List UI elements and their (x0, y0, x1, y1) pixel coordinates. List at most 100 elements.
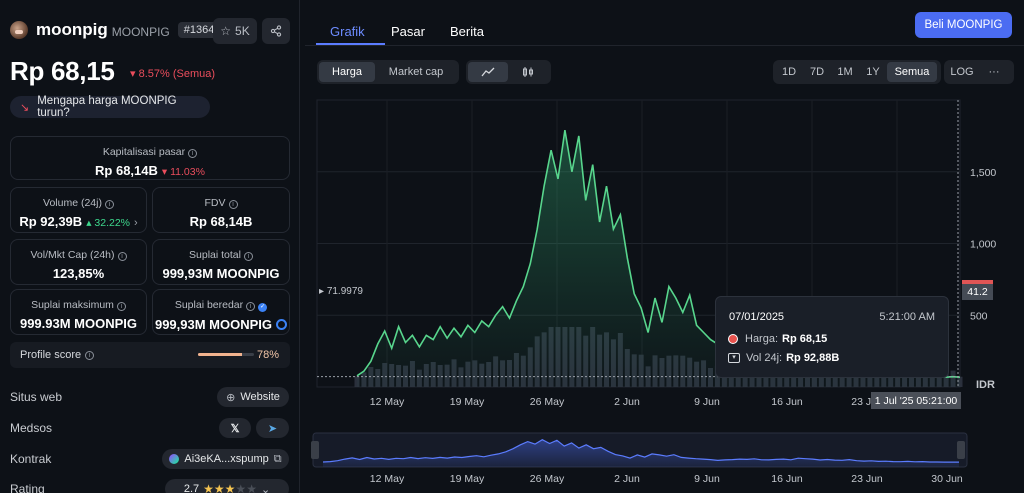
line-chart-icon (481, 67, 495, 77)
vol-mkt-cap-box: Vol/Mkt Cap (24h) i 123,85% (10, 239, 147, 285)
navigator-tick-label: 19 May (450, 473, 485, 485)
telegram-button[interactable]: ➤ (256, 418, 289, 438)
range-1m-button[interactable]: 1M (831, 62, 859, 82)
coin-symbol: MOONPIG (111, 24, 170, 39)
candlestick-button[interactable] (508, 62, 548, 82)
coin-name: moonpig (36, 20, 108, 39)
profile-score-fill (198, 353, 242, 356)
price-dot-icon (728, 334, 738, 344)
rating-star-icon: ★ (235, 482, 247, 493)
info-icon[interactable]: i (243, 252, 253, 261)
time-range-selector: 1D 7D 1M 1Y Semua (773, 60, 941, 84)
navigator-left-handle[interactable] (311, 441, 319, 459)
price-chart[interactable]: 500 1,000 1,500 12 May 19 May 26 May 2 Jun 9 J… (305, 95, 1024, 493)
range-1y-button[interactable]: 1Y (859, 62, 887, 82)
reference-value-label: ▸ 71.9979 (319, 286, 363, 297)
x-tick-label: 12 May (370, 396, 405, 408)
chevron-down-icon: ⌄ (260, 483, 271, 493)
y-tick-label: 500 (970, 310, 988, 322)
verified-icon: ✓ (258, 303, 268, 312)
y-tick-label: 1,000 (970, 239, 996, 251)
tooltip-price-row: Harga: Rp 68,15 (728, 333, 827, 345)
tab-markets[interactable]: Pasar (391, 24, 425, 39)
range-1d-button[interactable]: 1D (775, 62, 803, 82)
info-icon[interactable]: i (104, 200, 114, 209)
rating-star-icon: ★ (203, 482, 214, 493)
y-tick-label: 1,500 (970, 167, 996, 179)
range-navigator[interactable] (311, 432, 968, 468)
metric-toggle: Harga Market cap (317, 60, 459, 84)
market-cap-metric-button[interactable]: Market cap (375, 62, 457, 82)
last-price-tag: 41.2 (962, 280, 993, 300)
navigator-tick-label: 12 May (370, 473, 405, 485)
globe-icon: ⊕ (226, 391, 236, 404)
navigator-tick-label: 26 May (530, 473, 565, 485)
watchlist-button[interactable]: ☆ 5K (213, 18, 257, 44)
max-supply-box: Suplai maksimum i 999.93M MOONPIG (10, 289, 147, 335)
x-tick-label: 2 Jun (614, 396, 640, 408)
line-chart-button[interactable] (468, 62, 508, 82)
fdv-box: FDV i Rp 68,14B (152, 187, 290, 233)
info-icon[interactable]: i (246, 302, 256, 311)
navigator-tick-label: 30 Jun (931, 473, 963, 485)
price-metric-button[interactable]: Harga (319, 62, 375, 82)
website-button[interactable]: ⊕ Website (217, 387, 289, 407)
x-tick-label: 9 Jun (694, 396, 720, 408)
info-icon[interactable]: i (188, 149, 198, 158)
chart-tooltip: 07/01/2025 5:21:00 AM Harga: Rp 68,15 ▾ … (715, 296, 949, 378)
tab-news[interactable]: Berita (450, 24, 484, 39)
log-more-group: LOG ··· (944, 60, 1014, 84)
market-cap-box: Kapitalisasi pasar i Rp 68,14B ▾ 11.03% (10, 136, 290, 180)
x-twitter-button[interactable]: 𝕏 (219, 418, 251, 438)
navigator-tick-label: 23 Jun (851, 473, 883, 485)
coin-price: Rp 68,15 (10, 56, 115, 86)
rating-star-icon: ★ (213, 482, 225, 493)
profile-score-bar (198, 353, 254, 356)
contract-address-button[interactable]: Ai3eKA...xspump ⧉ (162, 449, 289, 469)
x-logo-icon: 𝕏 (230, 422, 240, 435)
crosshair-time-tag: 1 Jul '25 05:21:00 (871, 392, 961, 409)
chevron-right-icon: › (134, 217, 138, 229)
navigator-right-handle[interactable] (957, 441, 965, 459)
coin-info-panel: moonpig MOONPIG #1364 ☆ 5K Rp 68,15 ▾ 8.… (0, 0, 300, 493)
log-scale-button[interactable]: LOG (946, 62, 978, 82)
total-supply-box: Suplai total i 999,93M MOONPIG (152, 239, 290, 285)
volume-icon: ▾ (728, 353, 740, 363)
currency-label: IDR (976, 379, 995, 391)
info-icon[interactable]: i (117, 252, 127, 261)
info-icon[interactable]: i (228, 200, 238, 209)
solana-icon (169, 454, 180, 464)
rating-button[interactable]: 2.7 ★★★★★ ⌄ (165, 479, 289, 493)
rating-star-icon: ★ (224, 482, 236, 493)
price-change: ▾ 8.57% (Semua) (130, 68, 216, 80)
circulating-supply-box: Suplai beredar i ✓ 999,93M MOONPIG (152, 289, 290, 335)
navigator-tick-label: 2 Jun (614, 473, 640, 485)
info-icon[interactable]: i (85, 350, 95, 360)
star-icon: ☆ (220, 24, 232, 38)
range-all-button[interactable]: Semua (887, 62, 937, 82)
x-axis: 12 May 19 May 26 May 2 Jun 9 Jun 16 Jun 23 Jun (370, 396, 883, 408)
buy-button[interactable]: Beli MOONPIG (915, 12, 1012, 38)
share-button[interactable] (262, 18, 290, 44)
share-icon (270, 25, 282, 37)
socials-label: Medsos (10, 421, 53, 435)
rating-label: Rating (10, 482, 45, 493)
website-label: Situs web (10, 390, 63, 404)
info-icon[interactable]: i (116, 302, 126, 311)
more-options-button[interactable]: ··· (978, 62, 1010, 82)
caret-down-icon: ▾ (130, 68, 136, 80)
tooltip-volume-row: ▾ Vol 24j: Rp 92,88B (728, 352, 839, 364)
candlestick-icon (523, 67, 533, 77)
navigator-tick-label: 9 Jun (694, 473, 720, 485)
why-price-down-button[interactable]: ↘ Mengapa harga MOONPIG turun? (10, 95, 210, 119)
rating-stars: ★★★★★ (203, 482, 257, 493)
range-7d-button[interactable]: 7D (803, 62, 831, 82)
volume-box[interactable]: Volume (24j) i Rp 92,39B ▴ 32.22% › (10, 187, 147, 233)
navigator-tick-label: 16 Jun (771, 473, 803, 485)
supply-ring-icon (276, 319, 288, 330)
navigator-axis: 12 May 19 May 26 May 2 Jun 9 Jun 16 Jun 23 Jun… (370, 473, 963, 485)
tab-chart[interactable]: Grafik (330, 24, 365, 39)
x-tick-label: 16 Jun (771, 396, 803, 408)
coin-header: moonpig MOONPIG #1364 (10, 20, 221, 40)
contract-label: Kontrak (10, 452, 52, 466)
